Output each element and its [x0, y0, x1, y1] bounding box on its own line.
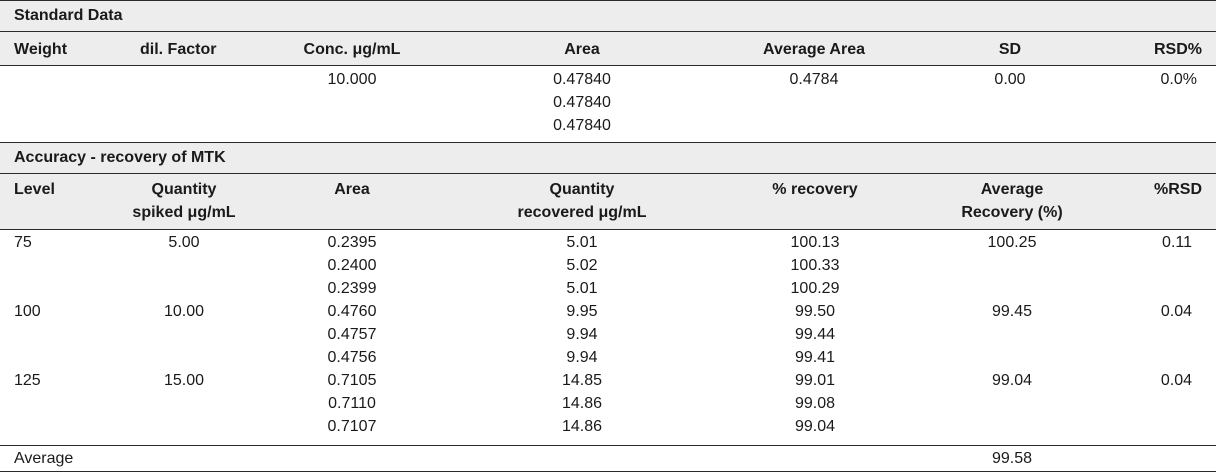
table-bottom-rule: [0, 471, 1216, 472]
quantity-recovered-value: 9.94: [566, 349, 598, 366]
level-value: 75: [14, 234, 32, 251]
area-value: 0.2400: [327, 257, 377, 274]
area-value: 0.7105: [327, 372, 377, 389]
standard-area-2: 0.47840: [553, 94, 611, 111]
area-value: 0.7107: [327, 418, 377, 435]
level-value: 125: [14, 372, 41, 389]
header-pct-recovery: % recovery: [772, 181, 858, 198]
quantity-spiked-value: 15.00: [163, 372, 205, 389]
accuracy-title-band: Accuracy - recovery of MTK: [0, 142, 1216, 173]
header-quantity-recovered-line2: recovered μg/mL: [517, 204, 647, 221]
pct-recovery-value: 100.33: [790, 257, 840, 274]
header-level: Level: [14, 181, 55, 198]
quantity-recovered-value: 14.85: [561, 372, 603, 389]
accuracy-header-band: Level Quantity spiked μg/mL Area Quantit…: [0, 173, 1216, 230]
quantity-recovered-value: 5.01: [566, 280, 598, 297]
pct-recovery-value: 100.13: [790, 234, 840, 251]
header-quantity-spiked-line1: Quantity: [151, 181, 217, 198]
standard-area-1: 0.47840: [553, 71, 611, 88]
quantity-recovered-value: 5.01: [566, 234, 598, 251]
quantity-recovered-value: 9.94: [566, 326, 598, 343]
pct-recovery-value: 99.01: [794, 372, 836, 389]
header-weight: Weight: [14, 41, 68, 58]
pct-recovery-value: 99.50: [794, 303, 836, 320]
quantity-spiked-value: 5.00: [168, 234, 200, 251]
header-sd: SD: [998, 41, 1022, 58]
level-value: 100: [14, 303, 41, 320]
average-recovery-value: 100.25: [987, 234, 1037, 251]
standard-data-title-band: Standard Data: [0, 0, 1216, 31]
average-rule-top: [0, 445, 1216, 446]
header-average-recovery-line2: Recovery (%): [961, 204, 1063, 221]
accuracy-title: Accuracy - recovery of MTK: [14, 149, 226, 166]
standard-average-area: 0.4784: [789, 71, 839, 88]
accuracy-header-rule: [0, 229, 1216, 230]
area-value: 0.4760: [327, 303, 377, 320]
header-quantity-recovered-line1: Quantity: [549, 181, 615, 198]
header-conc: Conc. μg/mL: [303, 41, 401, 58]
standard-conc: 10.000: [327, 71, 377, 88]
header-average-area: Average Area: [763, 41, 865, 58]
quantity-spiked-value: 10.00: [163, 303, 205, 320]
quantity-recovered-value: 9.95: [566, 303, 598, 320]
standard-sd: 0.00: [994, 71, 1026, 88]
standard-data-title: Standard Data: [14, 7, 123, 24]
standard-data-header-band: Weight dil. Factor Conc. μg/mL Area Aver…: [0, 31, 1216, 66]
header-quantity-spiked-line2: spiked μg/mL: [132, 204, 236, 221]
area-value: 0.7110: [328, 395, 376, 412]
data-tables: Standard Data Weight dil. Factor Conc. μ…: [0, 0, 1216, 474]
average-label: Average: [14, 450, 74, 467]
pct-recovery-value: 99.04: [794, 418, 836, 435]
header-dil-factor: dil. Factor: [140, 41, 217, 58]
header-area: Area: [334, 181, 370, 198]
pct-recovery-value: 99.08: [794, 395, 836, 412]
header-average-recovery-line1: Average: [980, 181, 1044, 198]
area-value: 0.2395: [327, 234, 377, 251]
area-value: 0.4756: [327, 349, 377, 366]
header-rsd: RSD%: [1153, 41, 1202, 58]
standard-area-3: 0.47840: [553, 117, 611, 134]
area-value: 0.4757: [327, 326, 377, 343]
area-value: 0.2399: [327, 280, 377, 297]
quantity-recovered-value: 5.02: [566, 257, 598, 274]
pct-rsd-value: 0.04: [1160, 372, 1192, 389]
pct-recovery-value: 99.44: [794, 326, 836, 343]
header-area: Area: [564, 41, 600, 58]
pct-rsd-value: 0.04: [1160, 303, 1192, 320]
average-recovery-value: 99.45: [991, 303, 1033, 320]
pct-recovery-value: 99.41: [794, 349, 836, 366]
average-recovery-value: 99.58: [991, 450, 1033, 467]
pct-recovery-value: 100.29: [790, 280, 840, 297]
standard-header-rule: [0, 65, 1216, 66]
quantity-recovered-value: 14.86: [561, 418, 603, 435]
header-pct-rsd: %RSD: [1153, 181, 1202, 198]
quantity-recovered-value: 14.86: [561, 395, 603, 412]
pct-rsd-value: 0.11: [1162, 234, 1192, 251]
standard-rsd: 0.0%: [1160, 71, 1197, 88]
average-recovery-value: 99.04: [991, 372, 1033, 389]
